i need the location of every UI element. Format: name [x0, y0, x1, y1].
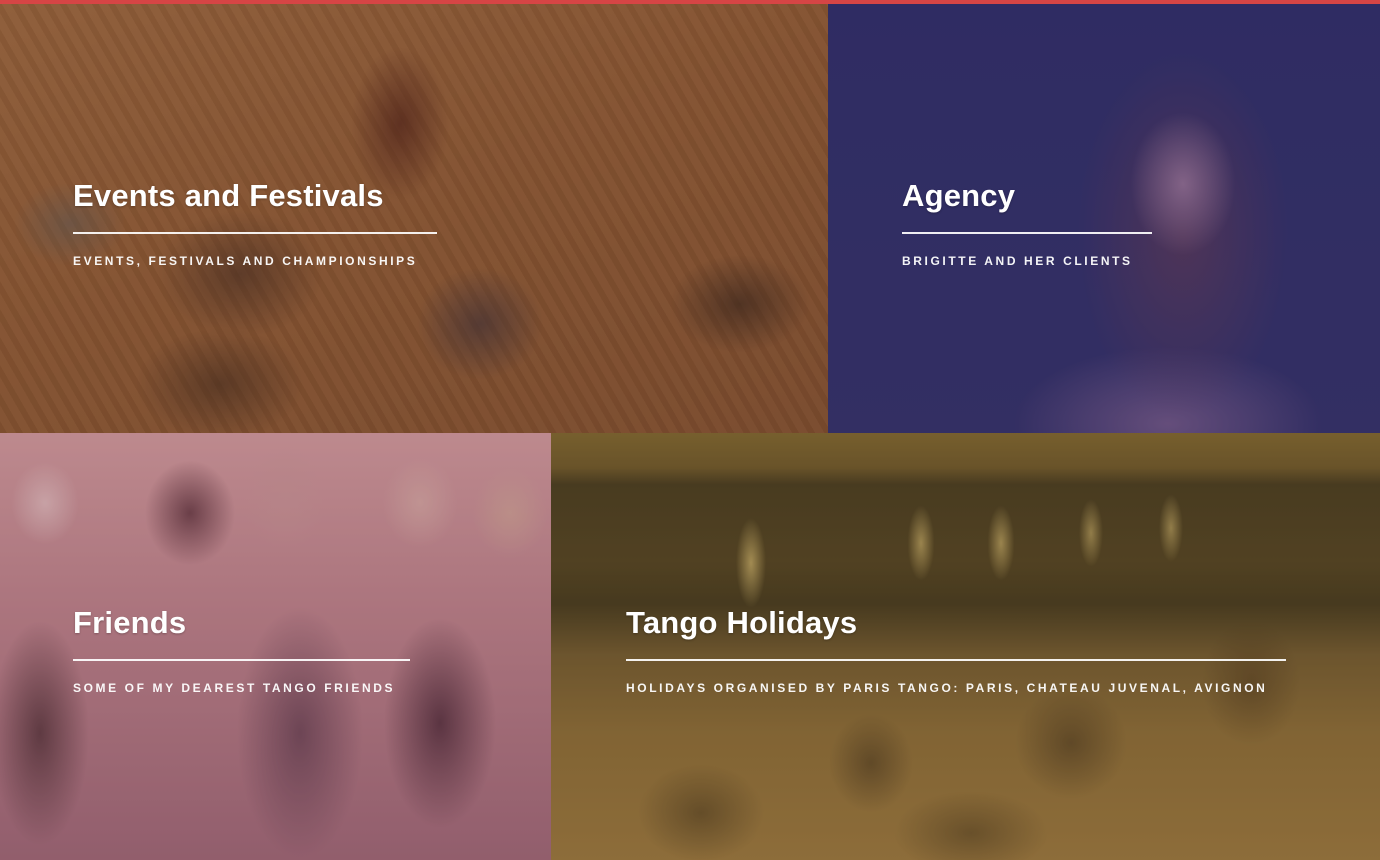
tile-subtitle: SOME OF MY DEAREST TANGO FRIENDS — [73, 681, 396, 695]
tile-caption: Events and Festivals EVENTS, FESTIVALS A… — [73, 180, 437, 268]
title-divider — [626, 659, 1286, 661]
tile-title: Events and Festivals — [73, 178, 384, 213]
tile-events-and-festivals[interactable]: Events and Festivals EVENTS, FESTIVALS A… — [0, 4, 828, 433]
tile-subtitle: BRIGITTE AND HER CLIENTS — [902, 254, 1133, 268]
tile-subtitle: HOLIDAYS ORGANISED BY PARIS TANGO: PARIS… — [626, 681, 1268, 695]
tile-subtitle: EVENTS, FESTIVALS AND CHAMPIONSHIPS — [73, 254, 418, 268]
tile-agency[interactable]: Agency BRIGITTE AND HER CLIENTS — [828, 4, 1380, 433]
tile-title: Friends — [73, 605, 187, 640]
tile-title: Tango Holidays — [626, 605, 858, 640]
tile-caption: Friends SOME OF MY DEAREST TANGO FRIENDS — [73, 607, 410, 695]
tile-caption: Agency BRIGITTE AND HER CLIENTS — [902, 180, 1152, 268]
top-accent-bar — [0, 0, 1380, 4]
tile-title: Agency — [902, 178, 1016, 213]
title-divider — [73, 659, 410, 661]
title-divider — [902, 232, 1152, 234]
tile-tango-holidays[interactable]: Tango Holidays HOLIDAYS ORGANISED BY PAR… — [551, 433, 1380, 860]
tile-caption: Tango Holidays HOLIDAYS ORGANISED BY PAR… — [626, 607, 1286, 695]
tile-friends[interactable]: Friends SOME OF MY DEAREST TANGO FRIENDS — [0, 433, 551, 860]
title-divider — [73, 232, 437, 234]
